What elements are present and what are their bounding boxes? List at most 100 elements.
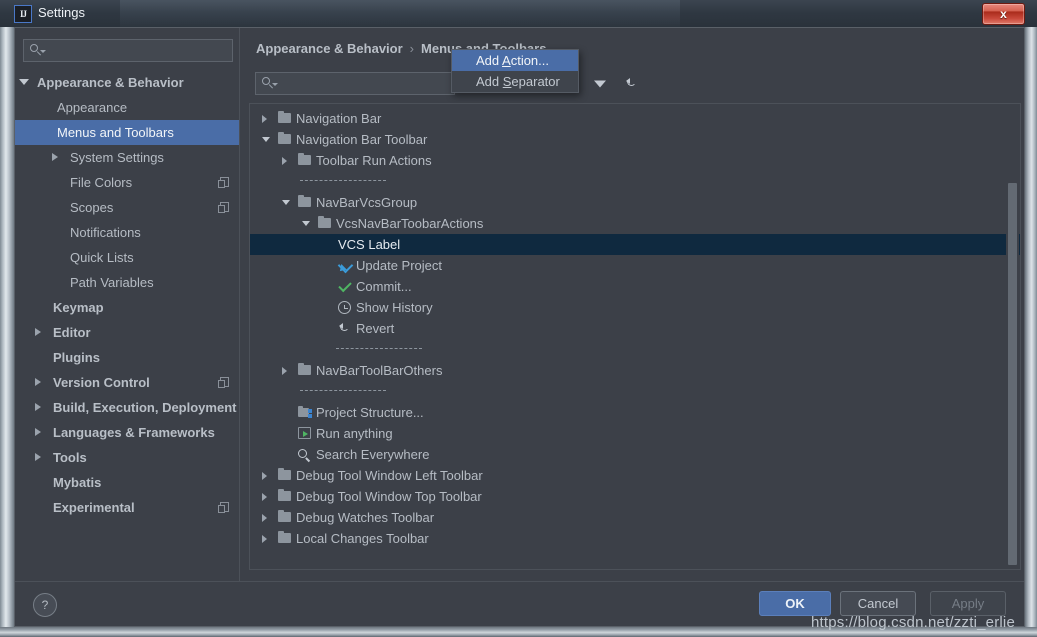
chevron-down-icon[interactable] bbox=[19, 79, 29, 85]
sidebar-item-label: Build, Execution, Deployment bbox=[53, 395, 236, 420]
tree-row[interactable]: Commit... bbox=[250, 276, 1020, 297]
chevron-right-icon[interactable] bbox=[262, 514, 267, 522]
close-icon[interactable]: x bbox=[982, 3, 1025, 25]
tree-scrollbar-thumb[interactable] bbox=[1008, 183, 1017, 565]
chevron-right-icon[interactable] bbox=[282, 367, 287, 375]
tree-row[interactable]: Run anything bbox=[250, 423, 1020, 444]
copy-settings-icon[interactable] bbox=[220, 502, 229, 512]
sidebar-item-notifications[interactable]: Notifications bbox=[15, 220, 239, 245]
sidebar-item-quick-lists[interactable]: Quick Lists bbox=[15, 245, 239, 270]
sidebar-item-experimental[interactable]: Experimental bbox=[15, 495, 239, 520]
tree-separator-row[interactable] bbox=[250, 171, 1020, 192]
apply-button[interactable]: Apply bbox=[930, 591, 1006, 616]
sidebar: Appearance & BehaviorAppearanceMenus and… bbox=[15, 28, 240, 581]
tree-separator-row[interactable] bbox=[250, 339, 1020, 360]
folder-icon bbox=[298, 155, 311, 165]
chevron-right-icon[interactable] bbox=[35, 453, 41, 461]
tree-scrollbar[interactable] bbox=[1006, 105, 1019, 570]
chevron-right-icon[interactable] bbox=[262, 472, 267, 480]
tree-row[interactable]: Local Changes Toolbar bbox=[250, 528, 1020, 549]
sidebar-item-label: Version Control bbox=[53, 370, 150, 395]
sidebar-item-editor[interactable]: Editor bbox=[15, 320, 239, 345]
tree-row[interactable]: Project Structure... bbox=[250, 402, 1020, 423]
sidebar-item-file-colors[interactable]: File Colors bbox=[15, 170, 239, 195]
move-down-button[interactable] bbox=[587, 72, 613, 96]
folder-icon bbox=[278, 533, 291, 543]
sidebar-item-label: Path Variables bbox=[70, 270, 154, 295]
tree-row[interactable]: NavBarToolBarOthers bbox=[250, 360, 1020, 381]
help-button[interactable]: ? bbox=[33, 593, 57, 617]
tree-row[interactable]: Debug Tool Window Top Toolbar bbox=[250, 486, 1020, 507]
menu-item-add-action[interactable]: Add Action... bbox=[452, 50, 578, 71]
chevron-right-icon[interactable] bbox=[35, 403, 41, 411]
tree-row-label: Show History bbox=[356, 297, 433, 318]
tree-row-label: Navigation Bar bbox=[296, 108, 381, 129]
ok-button[interactable]: OK bbox=[759, 591, 831, 616]
tree-row[interactable]: VcsNavBarToobarActions bbox=[250, 213, 1020, 234]
chevron-down-icon[interactable] bbox=[302, 221, 310, 226]
project-structure-icon bbox=[298, 406, 312, 418]
chevron-down-icon[interactable] bbox=[262, 137, 270, 142]
folder-icon bbox=[278, 113, 291, 123]
sidebar-item-path-variables[interactable]: Path Variables bbox=[15, 270, 239, 295]
tree-row[interactable]: NavBarVcsGroup bbox=[250, 192, 1020, 213]
folder-icon bbox=[298, 365, 311, 375]
title-bar[interactable]: IJ Settings x bbox=[0, 0, 1037, 27]
menu-item-add-separator[interactable]: Add Separator bbox=[452, 71, 578, 92]
sidebar-item-scopes[interactable]: Scopes bbox=[15, 195, 239, 220]
tree-row[interactable]: Navigation Bar bbox=[250, 108, 1020, 129]
update-icon bbox=[338, 259, 352, 273]
settings-category-tree: Appearance & BehaviorAppearanceMenus and… bbox=[15, 70, 239, 520]
tree-row-label: Update Project bbox=[356, 255, 442, 276]
tree-row-label: Debug Tool Window Left Toolbar bbox=[296, 465, 483, 486]
sidebar-item-label: Appearance & Behavior bbox=[37, 70, 184, 95]
sidebar-search-input[interactable] bbox=[23, 39, 233, 62]
sidebar-item-mybatis[interactable]: Mybatis bbox=[15, 470, 239, 495]
toolbar-tree-panel: Navigation BarNavigation Bar ToolbarTool… bbox=[249, 103, 1021, 570]
sidebar-item-system-settings[interactable]: System Settings bbox=[15, 145, 239, 170]
chevron-right-icon[interactable] bbox=[262, 493, 267, 501]
tree-row[interactable]: Update Project bbox=[250, 255, 1020, 276]
tree-row[interactable]: Revert bbox=[250, 318, 1020, 339]
copy-settings-icon[interactable] bbox=[220, 202, 229, 212]
folder-icon bbox=[278, 134, 291, 144]
tree-separator-row[interactable] bbox=[250, 381, 1020, 402]
tree-row[interactable]: Search Everywhere bbox=[250, 444, 1020, 465]
copy-settings-icon[interactable] bbox=[220, 177, 229, 187]
folder-icon bbox=[278, 470, 291, 480]
window-title: Settings bbox=[38, 5, 85, 20]
sidebar-item-build-execution-deployment[interactable]: Build, Execution, Deployment bbox=[15, 395, 239, 420]
sidebar-item-plugins[interactable]: Plugins bbox=[15, 345, 239, 370]
chevron-right-icon[interactable] bbox=[35, 428, 41, 436]
folder-icon bbox=[278, 491, 291, 501]
tree-row[interactable]: Debug Tool Window Left Toolbar bbox=[250, 465, 1020, 486]
tree-row[interactable]: Toolbar Run Actions bbox=[250, 150, 1020, 171]
tree-row[interactable]: VCS Label bbox=[250, 234, 1020, 255]
sidebar-item-appearance[interactable]: Appearance bbox=[15, 95, 239, 120]
toolbar-search-input[interactable] bbox=[255, 72, 455, 95]
chevron-down-icon[interactable] bbox=[282, 200, 290, 205]
sidebar-item-appearance-behavior[interactable]: Appearance & Behavior bbox=[15, 70, 239, 95]
tree-row-label: Navigation Bar Toolbar bbox=[296, 129, 427, 150]
sidebar-item-tools[interactable]: Tools bbox=[15, 445, 239, 470]
tree-row[interactable]: Show History bbox=[250, 297, 1020, 318]
chevron-right-icon[interactable] bbox=[262, 535, 267, 543]
sidebar-item-languages-frameworks[interactable]: Languages & Frameworks bbox=[15, 420, 239, 445]
chevron-right-icon[interactable] bbox=[282, 157, 287, 165]
sidebar-item-menus-and-toolbars[interactable]: Menus and Toolbars bbox=[15, 120, 239, 145]
search-icon bbox=[262, 77, 275, 95]
restore-button[interactable] bbox=[619, 72, 645, 96]
copy-settings-icon[interactable] bbox=[220, 377, 229, 387]
chevron-right-icon[interactable] bbox=[35, 378, 41, 386]
sidebar-item-version-control[interactable]: Version Control bbox=[15, 370, 239, 395]
tree-row[interactable]: Navigation Bar Toolbar bbox=[250, 129, 1020, 150]
cancel-button[interactable]: Cancel bbox=[840, 591, 916, 616]
breadcrumb-parent[interactable]: Appearance & Behavior bbox=[256, 41, 403, 56]
tree-row-label: NavBarToolBarOthers bbox=[316, 360, 442, 381]
chevron-right-icon[interactable] bbox=[52, 153, 58, 161]
chevron-right-icon[interactable] bbox=[35, 328, 41, 336]
tree-row[interactable]: Debug Watches Toolbar bbox=[250, 507, 1020, 528]
sidebar-item-keymap[interactable]: Keymap bbox=[15, 295, 239, 320]
chevron-right-icon[interactable] bbox=[262, 115, 267, 123]
sidebar-item-label: Mybatis bbox=[53, 470, 101, 495]
